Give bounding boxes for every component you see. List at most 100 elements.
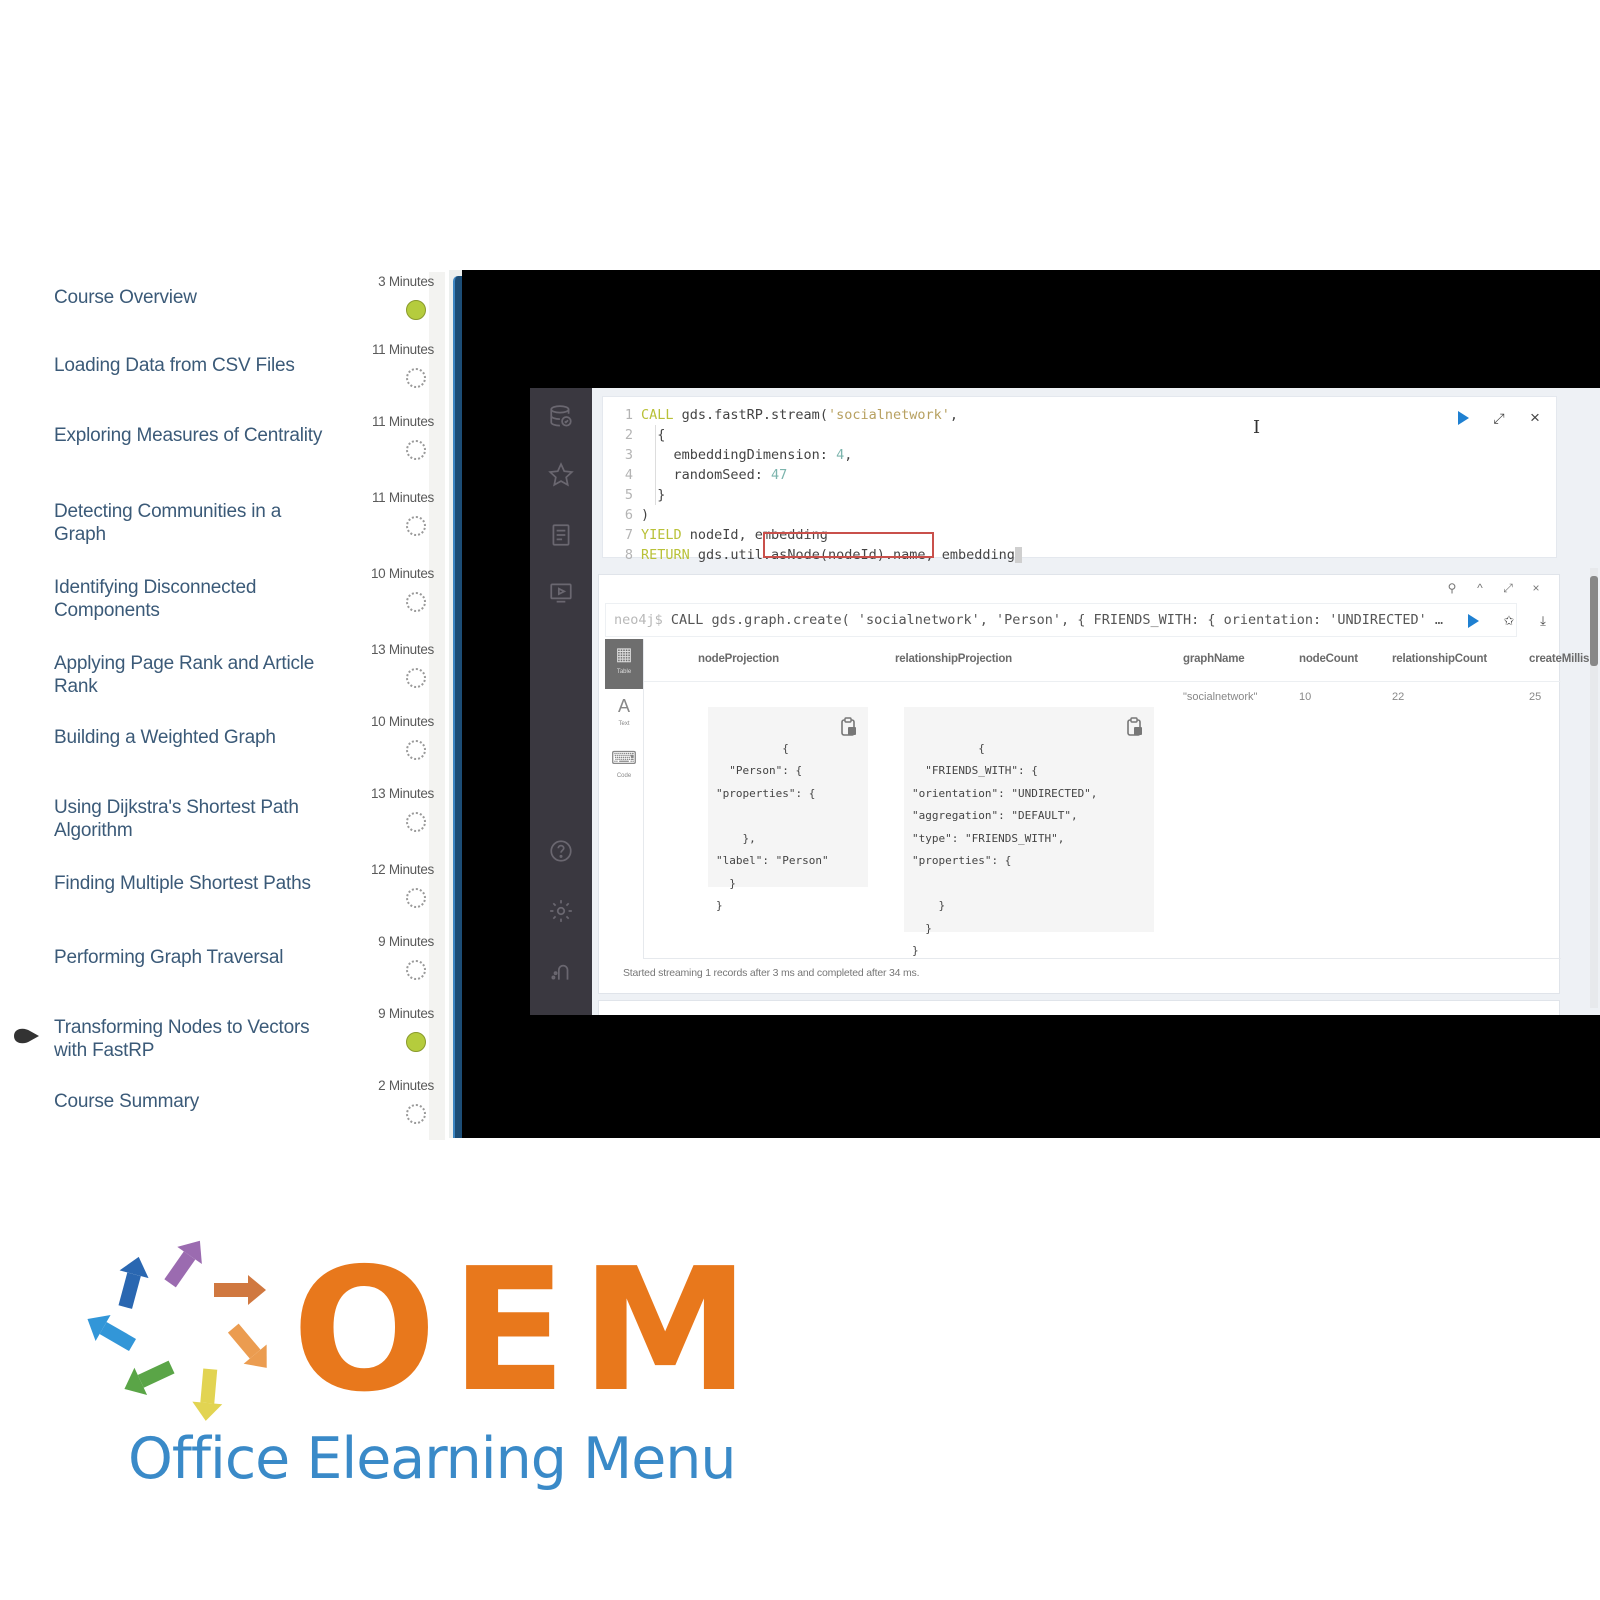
close-editor-button[interactable]: ×: [1522, 405, 1548, 431]
line-number: 1: [624, 407, 633, 423]
lesson-title[interactable]: Loading Data from CSV Files: [54, 354, 324, 377]
course-lesson-list: Course Overview 3 Minutes Loading Data fro…: [0, 270, 445, 1140]
tab-text[interactable]: A Text: [605, 691, 643, 741]
pin-button[interactable]: ⚲: [1443, 579, 1461, 597]
not-started-status-icon: [406, 888, 426, 908]
document-icon[interactable]: [546, 520, 576, 550]
fullscreen-button[interactable]: ⤢: [1499, 579, 1517, 597]
lesson-title[interactable]: Identifying Disconnected Components: [54, 576, 324, 622]
code-text: embeddingDimension:: [641, 447, 837, 463]
number-literal: 4: [836, 447, 845, 463]
play-icon: [1457, 411, 1469, 425]
lesson-title[interactable]: Transforming Nodes to Vectors with FastR…: [54, 1016, 324, 1062]
code-text: ,: [844, 447, 853, 463]
run-button[interactable]: [1450, 405, 1476, 431]
line-number: 2: [624, 427, 633, 443]
text-caret: [1014, 547, 1022, 563]
column-header: nodeCount: [1299, 653, 1358, 665]
plug-icon[interactable]: [546, 956, 576, 986]
lesson-item[interactable]: Performing Graph Traversal 9 Minutes: [0, 930, 440, 994]
tab-table[interactable]: ▦ Table: [605, 639, 643, 689]
code-text: gds.fastRP.stream(: [673, 407, 828, 423]
expand-icon: ⤢: [1503, 581, 1513, 595]
lesson-title[interactable]: Course Overview: [54, 286, 324, 309]
lesson-item[interactable]: Course Overview 3 Minutes: [0, 270, 440, 334]
lesson-item[interactable]: Identifying Disconnected Components 10 Mi…: [0, 562, 440, 626]
lesson-title[interactable]: Using Dijkstra's Shortest Path Algorithm: [54, 796, 324, 842]
lesson-item[interactable]: Applying Page Rank and Article Rank 13 Mi…: [0, 638, 440, 702]
table-icon: ▦: [615, 644, 633, 664]
help-icon[interactable]: [546, 836, 576, 866]
column-header: graphName: [1183, 653, 1245, 665]
neo4j-browser: 1 CALL gds.fastRP.stream('socialnetwork',…: [530, 388, 1600, 1015]
lesson-item[interactable]: Finding Multiple Shortest Paths 12 Minute…: [0, 858, 440, 922]
close-icon: ×: [1532, 581, 1540, 595]
lesson-item[interactable]: Exploring Measures of Centrality 11 Minut…: [0, 410, 440, 474]
lesson-title[interactable]: Finding Multiple Shortest Paths: [54, 872, 324, 895]
download-button[interactable]: ⤓: [1530, 608, 1556, 634]
text-cursor-icon: I: [1253, 417, 1261, 438]
not-started-status-icon: [406, 592, 426, 612]
settings-icon[interactable]: [546, 896, 576, 926]
code-text: randomSeed:: [641, 467, 772, 483]
clipboard-icon[interactable]: [840, 717, 858, 737]
stream-scrollbar[interactable]: [1590, 568, 1598, 1008]
star-icon[interactable]: [546, 460, 576, 490]
collapse-button[interactable]: ^: [1471, 579, 1489, 597]
lesson-title[interactable]: Exploring Measures of Centrality: [54, 424, 324, 447]
lesson-item[interactable]: Loading Data from CSV Files 11 Minutes: [0, 338, 440, 402]
rerun-button[interactable]: [1460, 608, 1486, 634]
database-icon[interactable]: [546, 402, 576, 432]
json-text: { "Person": { "properties": { }, "label"…: [716, 741, 829, 913]
lesson-title[interactable]: Course Summary: [54, 1090, 324, 1113]
lesson-item[interactable]: Detecting Communities in a Graph 11 Minut…: [0, 486, 440, 550]
lesson-item[interactable]: Building a Weighted Graph 10 Minutes: [0, 710, 440, 774]
cell-node-count: 10: [1299, 691, 1312, 703]
lesson-item[interactable]: Transforming Nodes to Vectors with FastR…: [0, 1002, 440, 1066]
favorite-button[interactable]: ✩: [1496, 608, 1522, 634]
neo4j-sidebar: [530, 388, 592, 1015]
arrow-brown-orange: [214, 1275, 266, 1305]
cell-create-millis: 25: [1529, 691, 1542, 703]
keyword: RETURN: [641, 547, 690, 563]
keyword: YIELD: [641, 527, 682, 543]
code-text: ): [641, 507, 650, 523]
number-literal: 47: [771, 467, 788, 483]
arrow-light-blue: [87, 1315, 137, 1352]
query-editor[interactable]: 1 CALL gds.fastRP.stream('socialnetwork',…: [602, 396, 1557, 563]
play-screen-icon[interactable]: [546, 578, 576, 608]
expand-button[interactable]: ⤢: [1486, 405, 1512, 431]
lesson-duration: 3 Minutes: [378, 274, 434, 289]
lesson-title[interactable]: Applying Page Rank and Article Rank: [54, 652, 324, 698]
header-divider: [644, 681, 1561, 682]
code-line: 4 randomSeed: 47: [603, 465, 1556, 485]
clipboard-icon[interactable]: [1126, 717, 1144, 737]
tab-code[interactable]: ⌨ Code: [605, 743, 643, 793]
logo-letters: OEM: [292, 1232, 764, 1430]
arrow-yellow: [192, 1368, 223, 1421]
cell-relationship-projection: { "FRIENDS_WITH": { "orientation": "UNDI…: [904, 707, 1154, 957]
not-started-status-icon: [406, 368, 426, 388]
lesson-duration: 11 Minutes: [371, 342, 434, 357]
close-icon: ×: [1530, 408, 1540, 427]
current-lesson-pointer-icon: [14, 1028, 39, 1044]
frame-command-bar[interactable]: neo4j$ CALL gds.graph.create( 'socialnet…: [605, 603, 1546, 637]
tab-label: Code: [616, 773, 632, 779]
video-player[interactable]: 1 CALL gds.fastRP.stream('socialnetwork',…: [462, 270, 1600, 1138]
lesson-duration: 2 Minutes: [378, 1078, 434, 1093]
not-started-status-icon: [406, 740, 426, 760]
tab-label: Table: [616, 669, 632, 675]
lesson-title[interactable]: Performing Graph Traversal: [54, 946, 324, 969]
lesson-title[interactable]: Detecting Communities in a Graph: [54, 500, 324, 546]
column-header: createMillis: [1529, 653, 1590, 665]
oem-logo: OEM Office Elearning Menu: [80, 1230, 750, 1520]
next-result-frame: [598, 1000, 1560, 1015]
frame-actions: ⚲ ^ ⤢ ×: [1443, 579, 1553, 597]
code-line: 7 YIELD nodeId, embedding: [603, 525, 1556, 545]
lesson-item[interactable]: Course Summary 2 Minutes: [0, 1074, 440, 1138]
lesson-item[interactable]: Using Dijkstra's Shortest Path Algorithm…: [0, 782, 440, 846]
scrollbar-thumb[interactable]: [1590, 576, 1598, 666]
code-text: }: [641, 487, 666, 503]
lesson-title[interactable]: Building a Weighted Graph: [54, 726, 324, 749]
close-frame-button[interactable]: ×: [1527, 579, 1545, 597]
